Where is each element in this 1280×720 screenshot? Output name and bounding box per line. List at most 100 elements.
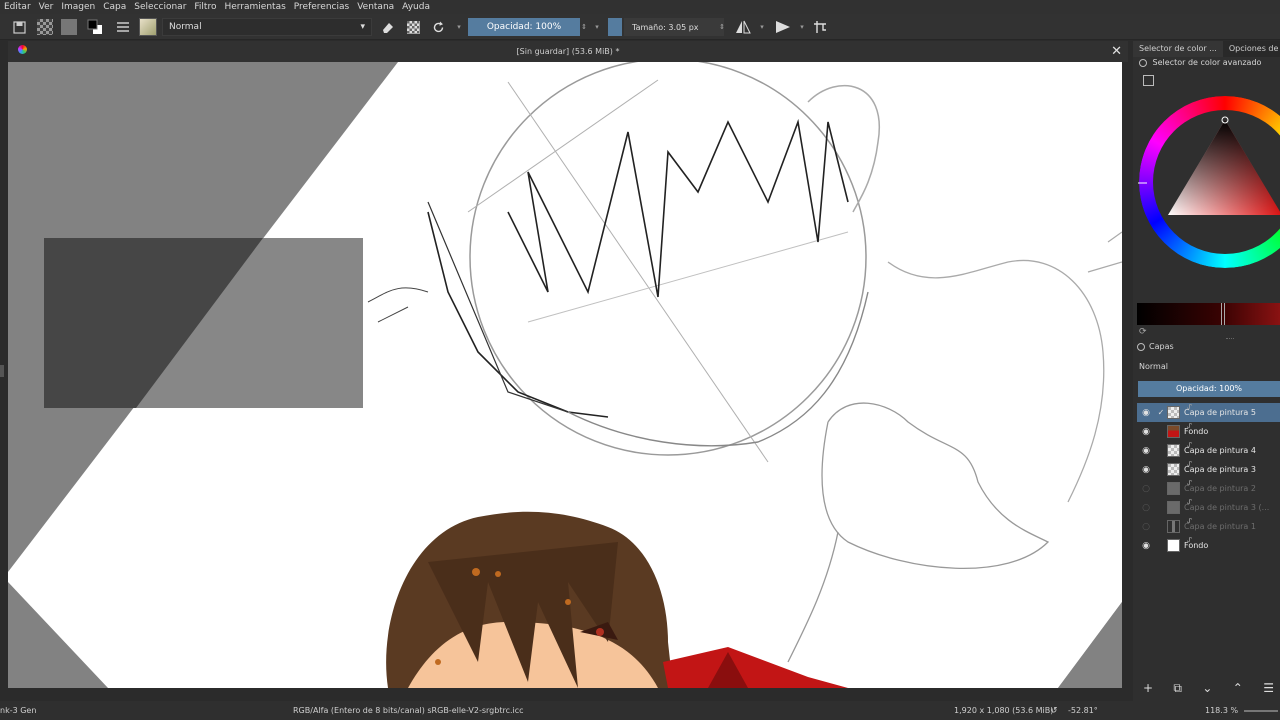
docker-float-icon[interactable] — [1137, 342, 1145, 351]
inherit-alpha-icon[interactable]: ᔑ — [1187, 479, 1192, 487]
eye-closed-icon[interactable]: ○ — [1137, 503, 1155, 513]
status-image-size: 1,920 x 1,080 (53.6 MiB) — [954, 706, 1054, 715]
menu-capa[interactable]: Capa — [99, 2, 130, 12]
chevron-down-icon: ▾ — [360, 22, 365, 32]
save-icon[interactable] — [10, 18, 28, 36]
inherit-alpha-icon[interactable]: ᔑ — [1187, 498, 1192, 506]
layer-row[interactable]: ◉ ᔑ Capa de pintura 4 — [1137, 441, 1280, 460]
menu-ayuda[interactable]: Ayuda — [398, 2, 434, 12]
chevron-down-icon[interactable]: ▾ — [798, 18, 806, 36]
menu-herramientas[interactable]: Herramientas — [220, 2, 289, 12]
edit-brush-settings-icon[interactable] — [114, 18, 132, 36]
status-brush-name: nk-3 Gen — [0, 706, 37, 715]
foreground-background-color-icon[interactable] — [86, 18, 104, 36]
right-docker: Selector de color ... Opciones de Select… — [1133, 41, 1280, 701]
spin-arrows-icon[interactable]: ⇕ — [718, 18, 726, 36]
mirror-horizontal-icon[interactable] — [734, 18, 752, 36]
layer-opacity-slider[interactable]: Opacidad: 100% — [1138, 381, 1280, 397]
inherit-alpha-icon[interactable]: ᔑ — [1187, 441, 1192, 449]
inherit-alpha-icon[interactable]: ᔑ — [1187, 460, 1192, 468]
size-swatch — [608, 18, 622, 36]
move-layer-up-icon[interactable]: ⌃ — [1233, 681, 1243, 695]
menu-bar: Editar Ver Imagen Capa Seleccionar Filtr… — [0, 0, 1280, 14]
layer-row[interactable]: ◉ ✓ ᔑ Capa de pintura 5 — [1137, 403, 1280, 422]
layer-name: Capa de pintura 3 (... — [1184, 503, 1270, 512]
eye-icon[interactable]: ◉ — [1137, 446, 1155, 456]
layer-row[interactable]: ○ ᔑ Capa de pintura 1 — [1137, 517, 1280, 536]
add-layer-icon[interactable]: + — [1143, 681, 1153, 695]
menu-imagen[interactable]: Imagen — [57, 2, 99, 12]
refresh-icon[interactable]: ⟳ — [1139, 327, 1147, 337]
layer-row[interactable]: ◉ ᔑ Capa de pintura 3 — [1137, 460, 1280, 479]
menu-seleccionar[interactable]: Seleccionar — [130, 2, 190, 12]
brush-size-slider[interactable]: Tamaño: 3.05 px — [624, 18, 724, 36]
check-icon[interactable]: ✓ — [1155, 408, 1167, 417]
inherit-alpha-icon[interactable]: ᔑ — [1187, 422, 1192, 430]
tab-tool-options[interactable]: Opciones de — [1223, 41, 1280, 57]
eye-icon[interactable]: ◉ — [1137, 541, 1155, 551]
eye-icon[interactable]: ◉ — [1137, 427, 1155, 437]
spin-arrows-icon[interactable]: ⇕ — [580, 18, 588, 36]
color-wheel[interactable] — [1133, 87, 1280, 277]
status-color-profile: RGB/Alfa (Entero de 8 bits/canal) sRGB-e… — [293, 706, 524, 715]
mirror-vertical-icon[interactable] — [774, 18, 792, 36]
tool-options-bar: Normal ▾ ▾ Opacidad: 100% ⇕ ▾ Tamaño: 3.… — [0, 14, 1280, 40]
eye-closed-icon[interactable]: ○ — [1137, 484, 1155, 494]
move-layer-down-icon[interactable]: ⌄ — [1202, 681, 1212, 695]
inherit-alpha-icon[interactable]: ᔑ — [1187, 536, 1192, 544]
color-selector-header: Selector de color avanzado — [1139, 58, 1261, 67]
layer-thumbnail — [1167, 406, 1180, 419]
menu-ventana[interactable]: Ventana — [353, 2, 398, 12]
reload-preset-icon[interactable] — [429, 18, 447, 36]
color-selector-settings-icon[interactable] — [1143, 75, 1154, 86]
layer-name: Capa de pintura 2 — [1184, 484, 1256, 493]
gradient-preset-icon[interactable] — [36, 18, 54, 36]
duplicate-layer-icon[interactable]: ⧉ — [1173, 681, 1182, 696]
inherit-alpha-icon[interactable]: ᔑ — [1187, 403, 1192, 411]
layer-row[interactable]: ◉ ᔑ Fondo — [1137, 536, 1280, 555]
drawing-canvas[interactable] — [8, 62, 1122, 688]
blend-mode-select[interactable]: Normal ▾ — [162, 18, 372, 36]
close-icon[interactable]: ✕ — [1111, 41, 1122, 62]
layer-thumbnail — [1167, 539, 1180, 552]
layer-name: Capa de pintura 1 — [1184, 522, 1256, 531]
eye-icon[interactable]: ◉ — [1137, 465, 1155, 475]
preserve-alpha-icon[interactable] — [404, 18, 422, 36]
chevron-down-icon[interactable]: ▾ — [758, 18, 766, 36]
docker-tabs: Selector de color ... Opciones de — [1133, 41, 1280, 57]
eye-icon[interactable]: ◉ — [1137, 408, 1155, 418]
tab-color-selector[interactable]: Selector de color ... — [1133, 41, 1223, 57]
chevron-down-icon[interactable]: ▾ — [455, 18, 463, 36]
eraser-icon[interactable] — [378, 18, 396, 36]
menu-preferencias[interactable]: Preferencias — [290, 2, 353, 12]
rotation-icon[interactable]: ↺ — [1050, 706, 1058, 716]
pattern-preset-icon[interactable] — [60, 18, 78, 36]
docker-float-icon[interactable] — [1139, 58, 1147, 67]
layer-thumbnail — [1167, 444, 1180, 457]
layer-name: Capa de pintura 3 — [1184, 465, 1256, 474]
gradient-marker[interactable] — [1221, 303, 1225, 325]
inherit-alpha-icon[interactable]: ᔑ — [1187, 517, 1192, 525]
layer-list: ◉ ✓ ᔑ Capa de pintura 5 ◉ ᔑ Fondo ◉ ᔑ Ca… — [1137, 403, 1280, 555]
color-history-bar[interactable] — [1137, 303, 1280, 325]
left-docker-handle[interactable] — [0, 365, 4, 377]
layer-thumbnail — [1167, 463, 1180, 476]
chevron-down-icon[interactable]: ▾ — [593, 18, 601, 36]
eye-closed-icon[interactable]: ○ — [1137, 522, 1155, 532]
menu-ver[interactable]: Ver — [35, 2, 58, 12]
layer-row[interactable]: ○ ᔑ Capa de pintura 2 — [1137, 479, 1280, 498]
layers-blend-mode[interactable]: Normal — [1139, 362, 1168, 371]
layer-row[interactable]: ◉ ᔑ Fondo — [1137, 422, 1280, 441]
color-selector-title: Selector de color avanzado — [1152, 58, 1262, 67]
opacity-slider[interactable]: Opacidad: 100% — [468, 18, 580, 36]
status-zoom: 118.3 % — [1205, 706, 1239, 715]
splitter-handle[interactable] — [1226, 338, 1234, 340]
zoom-slider[interactable] — [1244, 710, 1278, 712]
layer-properties-icon[interactable]: ☰ — [1263, 681, 1274, 695]
menu-editar[interactable]: Editar — [0, 2, 35, 12]
layer-row[interactable]: ○ ᔑ Capa de pintura 3 (... — [1137, 498, 1280, 517]
menu-filtro[interactable]: Filtro — [190, 2, 220, 12]
brush-preset-icon[interactable] — [138, 18, 158, 36]
layer-thumbnail — [1167, 425, 1180, 438]
wrap-around-icon[interactable] — [811, 18, 829, 36]
